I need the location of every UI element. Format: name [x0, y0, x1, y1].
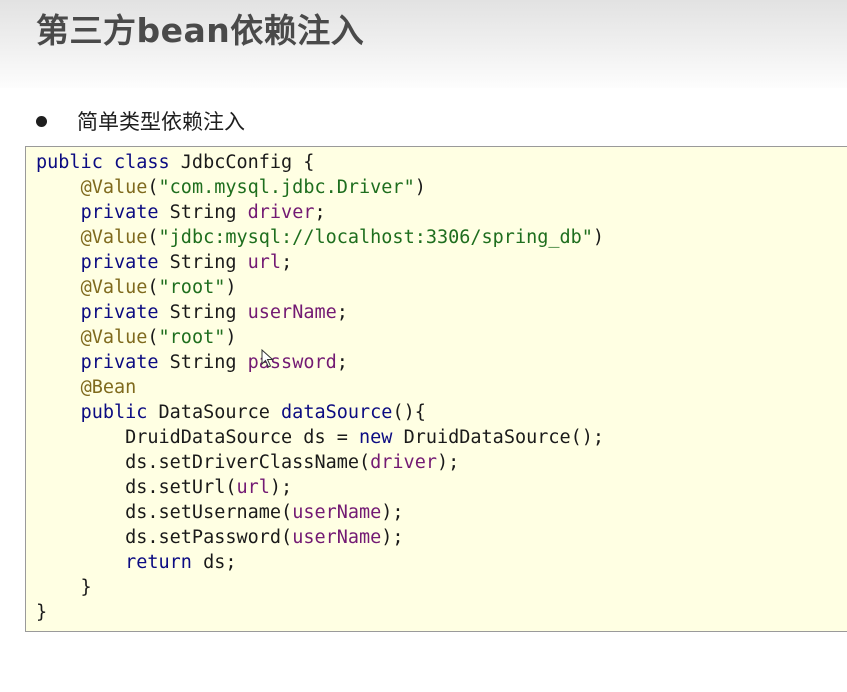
code-token: (	[147, 177, 159, 198]
code-token: ds.setPassword(	[36, 527, 293, 548]
code-token: @Bean	[80, 377, 137, 398]
code-token: url	[236, 477, 270, 498]
code-token: public class	[36, 152, 170, 173]
code-line: }	[36, 575, 847, 600]
code-token: private	[80, 302, 159, 323]
code-token: "root"	[158, 327, 226, 348]
code-token: ;	[336, 352, 348, 373]
code-token: String	[158, 252, 248, 273]
code-token: )	[592, 227, 605, 248]
code-token: userName	[292, 527, 382, 548]
code-token: private	[80, 352, 159, 373]
code-token: userName	[247, 302, 337, 323]
code-line: ds.setUrl(url);	[36, 475, 847, 500]
code-token: DruidDataSource();	[392, 427, 605, 448]
code-line: private String userName;	[36, 300, 847, 325]
mouse-pointer-icon	[261, 349, 274, 368]
code-token: ds;	[191, 552, 237, 573]
code-token: )	[414, 177, 426, 198]
code-token: driver	[370, 452, 437, 473]
code-token: @Value	[80, 327, 148, 348]
code-token: ;	[314, 202, 326, 223]
code-line: private String password;	[36, 350, 847, 375]
code-token: );	[381, 527, 404, 548]
code-token: (	[147, 327, 159, 348]
code-token: ds.setUsername(	[36, 502, 293, 523]
code-token: (){	[392, 402, 426, 423]
code-token: )	[225, 277, 237, 298]
code-token: ;	[336, 302, 348, 323]
code-token: ;	[281, 252, 293, 273]
code-line: private String driver;	[36, 200, 847, 225]
code-token: (	[147, 277, 159, 298]
code-line: }	[36, 600, 847, 625]
code-token: dataSource	[281, 402, 393, 423]
code-line: ds.setUsername(userName);	[36, 500, 847, 525]
code-token: "root"	[158, 277, 226, 298]
code-token: return	[125, 552, 192, 573]
code-token: );	[381, 502, 404, 523]
bullet-dot-icon	[36, 115, 47, 127]
code-token: @Value	[80, 177, 148, 198]
code-token: String	[158, 202, 248, 223]
code-line: DruidDataSource ds = new DruidDataSource…	[36, 425, 847, 450]
code-line: public DataSource dataSource(){	[36, 400, 847, 425]
code-token: driver	[247, 202, 315, 223]
code-token: @Value	[80, 277, 148, 298]
slide-title: 第三方bean依赖注入	[36, 11, 365, 50]
code-token: String	[158, 352, 248, 373]
code-token: url	[247, 252, 282, 273]
code-token: "jdbc:mysql://localhost:3306/spring_db"	[158, 227, 593, 248]
code-line: @Value("root")	[36, 275, 847, 300]
code-token: ds.setDriverClassName(	[36, 452, 371, 473]
code-token: "com.mysql.jdbc.Driver"	[158, 177, 415, 198]
code-token: private	[80, 202, 159, 223]
code-line: @Value("com.mysql.jdbc.Driver")	[36, 175, 847, 200]
code-token: userName	[292, 502, 382, 523]
code-line: private String url;	[36, 250, 847, 275]
code-token: public	[80, 402, 148, 423]
code-token: JdbcConfig {	[169, 152, 315, 173]
code-line: @Value("jdbc:mysql://localhost:3306/spri…	[36, 225, 847, 250]
code-token: @Value	[80, 227, 148, 248]
code-token: }	[36, 602, 48, 623]
code-token: new	[359, 427, 393, 448]
bullet-text: 简单类型依赖注入	[77, 110, 245, 134]
code-block: public class JdbcConfig { @Value("com.my…	[25, 146, 847, 632]
code-token: (	[147, 227, 159, 248]
code-line: public class JdbcConfig {	[36, 150, 847, 175]
bullet-item: 简单类型依赖注入	[36, 104, 245, 138]
code-token: );	[269, 477, 293, 498]
code-token: String	[158, 302, 248, 323]
code-token: );	[436, 452, 460, 473]
code-token: }	[36, 577, 92, 598]
code-token: ds.setUrl(	[36, 477, 237, 498]
code-token: private	[80, 252, 159, 273]
code-line: ds.setDriverClassName(driver);	[36, 450, 847, 475]
code-line: ds.setPassword(userName);	[36, 525, 847, 550]
code-token: DruidDataSource ds =	[36, 427, 360, 448]
code-line: return ds;	[36, 550, 847, 575]
code-line: @Value("root")	[36, 325, 847, 350]
code-token: DataSource	[147, 402, 282, 423]
code-token: )	[225, 327, 237, 348]
title-band: 第三方bean依赖注入	[0, 0, 847, 88]
code-line: @Bean	[36, 375, 847, 400]
